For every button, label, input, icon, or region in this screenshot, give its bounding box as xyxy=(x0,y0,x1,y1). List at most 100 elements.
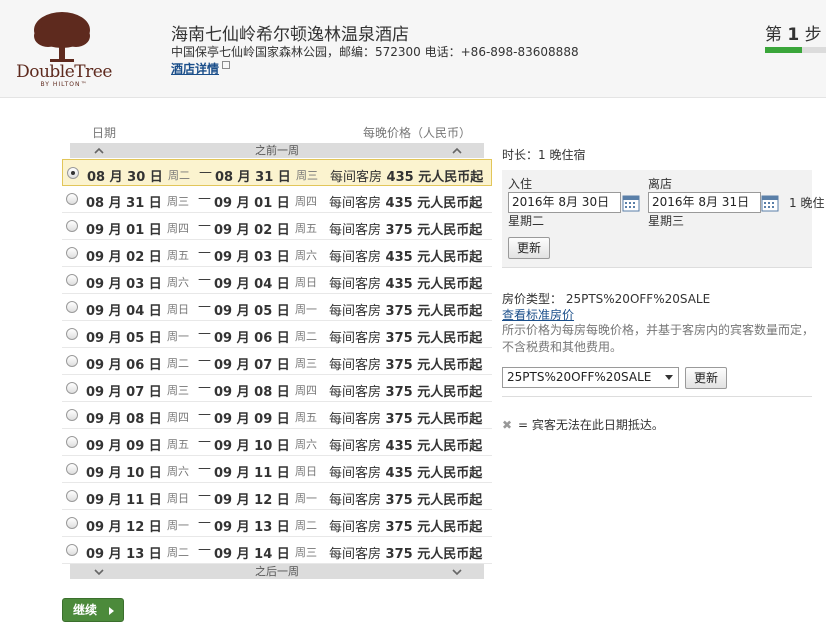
update-dates-button[interactable]: 更新 xyxy=(508,237,550,259)
price-value: 435 xyxy=(386,170,414,185)
checkout-day: 周三 xyxy=(296,169,318,182)
checkin-date: 08 月 30 日 xyxy=(87,170,163,185)
date-option-row[interactable]: 09 月 09 日周五 —09 月 10 日周六 每间客房 435 元人民币起 xyxy=(62,429,492,456)
checkout-date: 09 月 09 日 xyxy=(214,412,290,427)
date-option-row[interactable]: 09 月 03 日周六 —09 月 04 日周日 每间客房 435 元人民币起 xyxy=(62,267,492,294)
radio-button[interactable] xyxy=(66,382,78,394)
price-value: 375 xyxy=(385,331,413,346)
checkout-day: 周二 xyxy=(295,519,317,532)
radio-button[interactable] xyxy=(66,544,78,556)
price-prefix: 每间客房 xyxy=(329,277,382,292)
checkout-day: 周六 xyxy=(295,438,317,451)
date-option-row[interactable]: 09 月 12 日周一 —09 月 13 日周二 每间客房 375 元人民币起 xyxy=(62,510,492,537)
date-option-row[interactable]: 09 月 06 日周二 —09 月 07 日周三 每间客房 375 元人民币起 xyxy=(62,348,492,375)
next-week-button[interactable]: 之后一周 xyxy=(70,564,484,579)
date-option-row[interactable]: 09 月 04 日周日 —09 月 05 日周一 每间客房 375 元人民币起 xyxy=(62,294,492,321)
price-prefix: 每间客房 xyxy=(329,493,382,508)
date-option-row[interactable]: 09 月 08 日周四 —09 月 09 日周五 每间客房 375 元人民币起 xyxy=(62,402,492,429)
checkin-day: 周五 xyxy=(167,249,189,262)
date-option-row[interactable]: 09 月 13 日周二 —09 月 14 日周三 每间客房 375 元人民币起 xyxy=(62,537,492,564)
doubletree-logo[interactable]: DoubleTree BY HILTON™ xyxy=(4,10,124,90)
arrow-right-icon xyxy=(109,607,114,615)
price-suffix: 元人民币起 xyxy=(417,439,483,454)
checkin-day: 周三 xyxy=(167,384,189,397)
date-option-row[interactable]: 09 月 07 日周三 —09 月 08 日周四 每间客房 375 元人民币起 xyxy=(62,375,492,402)
checkout-day: 周三 xyxy=(295,357,317,370)
checkin-date: 09 月 08 日 xyxy=(86,412,162,427)
radio-button[interactable] xyxy=(66,409,78,421)
previous-week-button[interactable]: 之前一周 xyxy=(70,143,484,158)
radio-button[interactable] xyxy=(66,355,78,367)
date-option-row[interactable]: 08 月 30 日周二 —08 月 31 日周三 每间客房 435 元人民币起 xyxy=(62,159,492,186)
step-prefix: 第 xyxy=(765,25,782,45)
row-price: 每间客房 375 元人民币起 xyxy=(329,300,482,319)
price-prefix: 每间客房 xyxy=(329,547,382,562)
checkout-date-input[interactable]: 2016年 8月 31日 xyxy=(648,192,761,213)
price-value: 435 xyxy=(385,277,413,292)
row-price: 每间客房 375 元人民币起 xyxy=(329,543,482,562)
radio-button[interactable] xyxy=(66,193,78,205)
radio-button[interactable] xyxy=(66,328,78,340)
radio-button[interactable] xyxy=(66,517,78,529)
radio-button[interactable] xyxy=(66,220,78,232)
radio-button[interactable] xyxy=(66,274,78,286)
price-value: 375 xyxy=(385,412,413,427)
row-price: 每间客房 375 元人民币起 xyxy=(329,354,482,373)
step-number: 1 xyxy=(787,25,800,45)
continue-button[interactable]: 继续 xyxy=(62,598,124,622)
checkin-day: 周五 xyxy=(167,438,189,451)
hotel-name: 海南七仙岭希尔顿逸林温泉酒店 xyxy=(171,25,409,45)
rate-type: 房价类型： 25PTS%20OFF%20SALE xyxy=(502,292,711,306)
calendar-icon[interactable] xyxy=(761,194,779,212)
date-option-row[interactable]: 09 月 02 日周五 —09 月 03 日周六 每间客房 435 元人民币起 xyxy=(62,240,492,267)
checkin-date: 09 月 04 日 xyxy=(86,304,162,319)
calendar-icon[interactable] xyxy=(622,194,640,212)
date-option-row[interactable]: 09 月 10 日周六 —09 月 11 日周日 每间客房 435 元人民币起 xyxy=(62,456,492,483)
radio-button[interactable] xyxy=(66,247,78,259)
price-value: 375 xyxy=(385,385,413,400)
checkin-date-input[interactable]: 2016年 8月 30日 xyxy=(508,192,621,213)
checkout-date: 09 月 06 日 xyxy=(214,331,290,346)
checkout-date: 09 月 07 日 xyxy=(214,358,290,373)
price-value: 375 xyxy=(385,223,413,238)
radio-button[interactable] xyxy=(66,436,78,448)
price-prefix: 每间客房 xyxy=(329,223,382,238)
radio-button[interactable] xyxy=(66,301,78,313)
row-price: 每间客房 435 元人民币起 xyxy=(329,246,482,265)
standard-rate-link[interactable]: 查看标准房价 xyxy=(502,306,574,323)
legend-text: = 宾客无法在此日期抵达。 xyxy=(518,418,664,432)
price-prefix: 每间客房 xyxy=(329,439,382,454)
date-option-row[interactable]: 09 月 11 日周日 —09 月 12 日周一 每间客房 375 元人民币起 xyxy=(62,483,492,510)
radio-button[interactable] xyxy=(67,167,79,179)
checkout-date: 09 月 03 日 xyxy=(214,250,290,265)
date-separator: — xyxy=(198,461,211,476)
price-suffix: 元人民币起 xyxy=(417,412,483,427)
checkout-day: 周三 xyxy=(295,546,317,559)
price-value: 435 xyxy=(385,439,413,454)
hotel-details-label: 酒店详情 xyxy=(171,62,220,76)
date-option-row[interactable]: 08 月 31 日周三 —09 月 01 日周四 每间客房 435 元人民币起 xyxy=(62,186,492,213)
checkout-date: 09 月 05 日 xyxy=(214,304,290,319)
dropdown-arrow-icon xyxy=(665,375,673,380)
update-rate-button[interactable]: 更新 xyxy=(685,367,727,389)
rate-type-select[interactable]: 25PTS%20OFF%20SALE xyxy=(502,367,679,388)
checkin-date: 09 月 07 日 xyxy=(86,385,162,400)
date-option-row[interactable]: 09 月 05 日周一 —09 月 06 日周二 每间客房 375 元人民币起 xyxy=(62,321,492,348)
price-suffix: 元人民币起 xyxy=(417,547,483,562)
date-option-row[interactable]: 09 月 01 日周四 —09 月 02 日周五 每间客房 375 元人民币起 xyxy=(62,213,492,240)
hotel-details-link[interactable]: 酒店详情 xyxy=(171,60,231,77)
checkout-date: 09 月 14 日 xyxy=(214,547,290,562)
checkin-date: 09 月 11 日 xyxy=(86,493,162,508)
checkin-day: 周一 xyxy=(167,330,189,343)
row-price: 每间客房 435 元人民币起 xyxy=(329,192,482,211)
radio-button[interactable] xyxy=(66,463,78,475)
price-value: 375 xyxy=(385,358,413,373)
checkin-date: 08 月 31 日 xyxy=(86,196,162,211)
radio-button[interactable] xyxy=(66,490,78,502)
price-prefix: 每间客房 xyxy=(329,466,382,481)
unavailable-legend: ✖ = 宾客无法在此日期抵达。 xyxy=(502,416,664,433)
tree-logo-icon xyxy=(34,12,90,62)
chevron-up-icon xyxy=(452,147,462,154)
date-separator: — xyxy=(198,515,211,530)
checkin-day: 周二 xyxy=(168,169,190,182)
